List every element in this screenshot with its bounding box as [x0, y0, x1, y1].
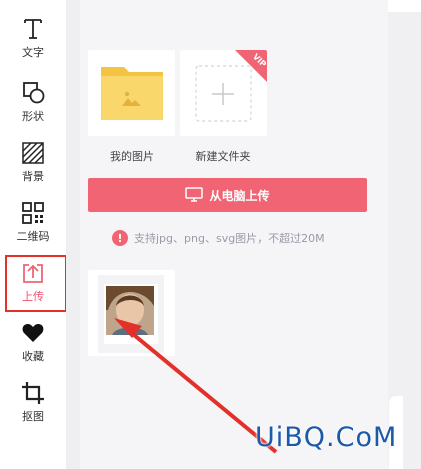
annotation-arrow-icon [114, 318, 278, 454]
canvas-top-edge [388, 0, 421, 12]
watermark-text: UiBQ.CoM [255, 422, 398, 453]
